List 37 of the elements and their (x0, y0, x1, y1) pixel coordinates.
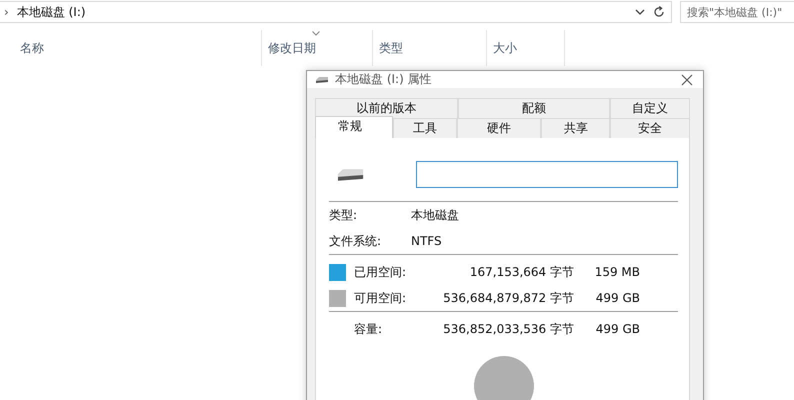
space-label: 已用空间: (354, 264, 408, 280)
tab[interactable]: 配额 (458, 98, 610, 118)
property-value: 本地磁盘 (411, 206, 459, 224)
refresh-icon[interactable] (653, 6, 665, 18)
tab[interactable]: 安全 (610, 118, 690, 138)
capacity-bytes: 536,852,033,536 字节 (442, 320, 574, 338)
address-path: 本地磁盘 (I:) (16, 4, 86, 20)
column-header[interactable]: 类型 (373, 30, 487, 66)
dialog-title: 本地磁盘 (I:) 属性 (335, 71, 432, 88)
drive-icon (337, 168, 364, 182)
tab[interactable]: 以前的版本 (315, 98, 458, 118)
close-icon[interactable] (681, 74, 693, 86)
tab[interactable]: 常规 (315, 116, 393, 138)
dropdown-chevron-icon[interactable] (635, 8, 645, 16)
tab[interactable]: 共享 (541, 118, 610, 138)
space-size: 499 GB (594, 291, 640, 305)
capacity-label: 容量: (354, 320, 384, 338)
tab[interactable]: 硬件 (456, 118, 542, 138)
drive-icon (315, 76, 329, 84)
space-bytes: 167,153,664 字节 (468, 264, 574, 280)
tab[interactable]: 工具 (392, 118, 457, 138)
drive-name-field[interactable] (416, 161, 678, 188)
property-label: 文件系统: (329, 232, 382, 250)
column-header[interactable]: 名称 (0, 30, 262, 66)
space-size: 159 MB (594, 265, 640, 279)
capacity-size: 499 GB (594, 322, 640, 336)
search-field[interactable]: 搜索"本地磁盘 (I:)" (680, 1, 794, 23)
column-header[interactable]: 大小 (487, 30, 565, 66)
space-bytes: 536,684,879,872 字节 (442, 290, 574, 306)
breadcrumb-separator: › (4, 5, 9, 19)
usage-pie-drawing (474, 356, 534, 400)
property-value: NTFS (411, 234, 442, 248)
tab[interactable]: 自定义 (610, 98, 690, 118)
address-bar[interactable]: › 本地磁盘 (I:) (0, 1, 672, 23)
column-header[interactable]: 修改日期 (262, 30, 373, 66)
space-label: 可用空间: (354, 290, 408, 306)
property-label: 类型: (329, 206, 358, 224)
